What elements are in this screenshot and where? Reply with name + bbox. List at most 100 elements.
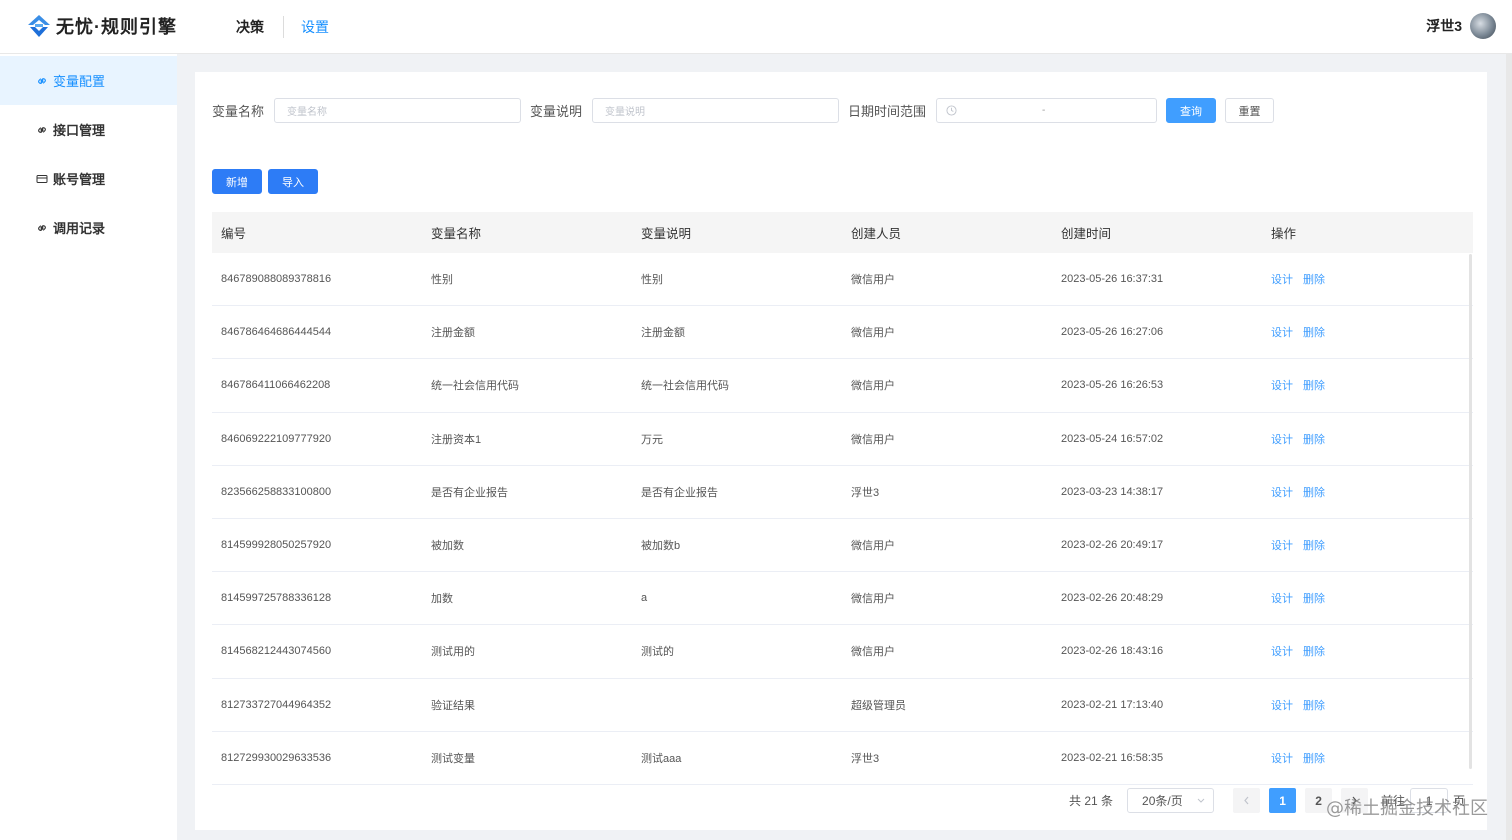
cell-creator: 浮世3: [851, 486, 880, 499]
design-link[interactable]: 设计: [1271, 434, 1293, 446]
toolbar: 新增 导入: [212, 169, 318, 194]
design-link[interactable]: 设计: [1271, 327, 1293, 339]
clock-icon: [946, 105, 957, 116]
design-link[interactable]: 设计: [1271, 593, 1293, 605]
cell-creator: 微信用户: [851, 593, 895, 606]
cell-actions: 设计 删除: [1262, 750, 1472, 766]
cell-time: 2023-02-26 20:48:29: [1061, 592, 1164, 605]
page-size-value: 20条/页: [1142, 794, 1183, 808]
sidebar-item-label: 变量配置: [53, 74, 106, 89]
cell-creator: 微信用户: [851, 380, 895, 393]
table-scrollbar[interactable]: [1469, 254, 1472, 769]
reset-button[interactable]: 重置: [1225, 98, 1275, 123]
column-header-creator: 创建人员: [851, 227, 902, 241]
cell-id: 846069222109777920: [221, 432, 332, 445]
sidebar-item-api-management[interactable]: 接口管理: [0, 105, 177, 154]
variable-name-input[interactable]: 变量名称: [274, 98, 522, 123]
column-header-actions: 操作: [1271, 227, 1297, 241]
cell-id: 846786411066462208: [221, 379, 331, 392]
cell-actions: 设计 删除: [1262, 431, 1472, 447]
prev-page-button[interactable]: [1233, 788, 1261, 813]
logo-text: 无忧·规则引擎: [56, 17, 177, 37]
sidebar-item-label: 调用记录: [53, 221, 106, 236]
delete-link[interactable]: 删除: [1303, 487, 1325, 499]
sidebar-item-call-records[interactable]: 调用记录: [0, 203, 177, 252]
delete-link[interactable]: 删除: [1303, 646, 1325, 658]
user-name[interactable]: 浮世3: [1426, 16, 1462, 36]
design-link[interactable]: 设计: [1271, 380, 1293, 392]
chevron-left-icon: [1244, 796, 1249, 805]
nav-decision[interactable]: 决策: [236, 17, 264, 37]
cell-time: 2023-02-26 18:43:16: [1061, 645, 1164, 658]
chevron-down-icon: [1197, 798, 1205, 803]
cell-desc: 统一社会信用代码: [641, 380, 729, 393]
table-body: 846789088089378816 性别 性别 微信用户 2023-05-26…: [212, 253, 1473, 785]
design-link[interactable]: 设计: [1271, 540, 1293, 552]
nav-settings[interactable]: 设置: [301, 17, 329, 37]
page-button-1[interactable]: 1: [1269, 788, 1297, 813]
cell-name: 验证结果: [431, 699, 475, 712]
delete-link[interactable]: 删除: [1303, 274, 1325, 286]
design-link[interactable]: 设计: [1271, 700, 1293, 712]
variable-desc-label: 变量说明: [530, 104, 583, 119]
cell-actions: 设计 删除: [1262, 590, 1472, 606]
delete-link[interactable]: 删除: [1303, 753, 1325, 765]
cell-desc: 万元: [641, 433, 663, 446]
table-row: 846786411066462208 统一社会信用代码 统一社会信用代码 微信用…: [212, 359, 1473, 413]
page-scrollbar[interactable]: [1506, 54, 1512, 840]
cell-name: 注册金额: [431, 327, 475, 340]
cell-time: 2023-05-26 16:26:53: [1061, 379, 1164, 392]
design-link[interactable]: 设计: [1271, 487, 1293, 499]
table-row: 812733727044964352 验证结果 超级管理员 2023-02-21…: [212, 679, 1473, 732]
cell-actions: 设计 删除: [1262, 271, 1472, 287]
variable-desc-input[interactable]: 变量说明: [592, 98, 840, 123]
cell-desc: a: [641, 592, 648, 605]
link-icon: [38, 126, 46, 133]
cell-creator: 微信用户: [851, 540, 895, 553]
cell-actions: 设计 删除: [1262, 537, 1472, 553]
table-row: 846789088089378816 性别 性别 微信用户 2023-05-26…: [212, 253, 1473, 307]
cell-creator: 微信用户: [851, 274, 895, 287]
cell-id: 814568212443074560: [221, 645, 332, 658]
design-link[interactable]: 设计: [1271, 646, 1293, 658]
logo[interactable]: 无忧·规则引擎: [26, 13, 177, 39]
top-nav: 决策 设置: [236, 0, 329, 54]
variable-name-label: 变量名称: [212, 104, 265, 119]
delete-link[interactable]: 删除: [1303, 434, 1325, 446]
cell-time: 2023-05-26 16:27:06: [1061, 326, 1164, 339]
cell-name: 测试变量: [431, 752, 475, 765]
query-button[interactable]: 查询: [1166, 98, 1217, 123]
column-header-id: 编号: [221, 227, 247, 241]
cell-id: 814599928050257920: [221, 539, 332, 552]
date-range-picker[interactable]: -: [936, 98, 1158, 123]
avatar[interactable]: [1470, 13, 1496, 39]
table-row: 814599725788336128 加数 a 微信用户 2023-02-26 …: [212, 572, 1473, 626]
cell-actions: 设计 删除: [1262, 484, 1472, 500]
sidebar: 变量配置 接口管理 账号管理 调用记录: [0, 54, 177, 840]
design-link[interactable]: 设计: [1271, 274, 1293, 286]
delete-link[interactable]: 删除: [1303, 380, 1325, 392]
user-menu[interactable]: 浮世3: [1426, 13, 1496, 39]
cell-id: 846789088089378816: [221, 273, 332, 286]
delete-link[interactable]: 删除: [1303, 593, 1325, 605]
delete-link[interactable]: 删除: [1303, 327, 1325, 339]
sidebar-item-account-management[interactable]: 账号管理: [0, 154, 177, 203]
sidebar-item-label: 接口管理: [53, 123, 106, 138]
card-icon: [36, 174, 48, 183]
cell-name: 测试用的: [431, 646, 475, 659]
sidebar-item-variable-config[interactable]: 变量配置: [0, 56, 177, 105]
delete-link[interactable]: 删除: [1303, 540, 1325, 552]
table-header: 编号 变量名称 变量说明 创建人员 创建时间 操作: [212, 212, 1473, 253]
delete-link[interactable]: 删除: [1303, 700, 1325, 712]
import-button[interactable]: 导入: [268, 169, 318, 194]
add-button[interactable]: 新增: [212, 169, 262, 194]
cell-name: 加数: [431, 593, 453, 606]
cell-time: 2023-05-24 16:57:02: [1061, 432, 1164, 445]
cell-creator: 浮世3: [851, 752, 880, 765]
page-size-select[interactable]: 20条/页: [1127, 788, 1215, 813]
design-link[interactable]: 设计: [1271, 753, 1293, 765]
cell-time: 2023-03-23 14:38:17: [1061, 485, 1164, 498]
table-row: 846786464686444544 注册金额 注册金额 微信用户 2023-0…: [212, 306, 1473, 360]
date-range-separator: -: [1042, 105, 1046, 116]
cell-desc: 性别: [641, 274, 663, 287]
